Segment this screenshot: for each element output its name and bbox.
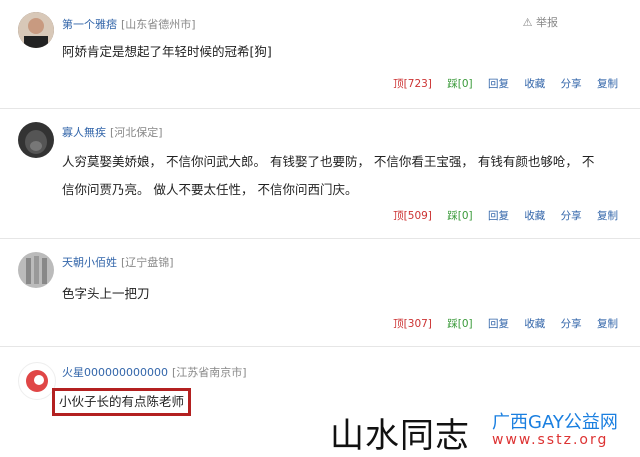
upvote-button[interactable]: 顶[509] — [393, 210, 432, 222]
action-bar: 顶[307] 踩[0] 回复 收藏 分享 复制 — [381, 316, 618, 331]
location: [河北保定] — [110, 126, 163, 139]
username-line: 寡人無疾 [河北保定] — [62, 124, 163, 140]
location: [山东省德州市] — [121, 18, 196, 31]
share-button[interactable]: 分享 — [561, 318, 582, 330]
upvote-button[interactable]: 顶[723] — [393, 78, 432, 90]
action-bar: 顶[723] 踩[0] 回复 收藏 分享 复制 — [381, 76, 618, 91]
warning-icon: ⚠ — [522, 16, 533, 29]
collect-button[interactable]: 收藏 — [524, 78, 545, 90]
copy-button[interactable]: 复制 — [597, 318, 618, 330]
downvote-button[interactable]: 踩[0] — [447, 210, 472, 222]
avatar[interactable] — [18, 12, 54, 48]
share-button[interactable]: 分享 — [561, 78, 582, 90]
gorilla-avatar-icon — [18, 122, 54, 158]
copy-button[interactable]: 复制 — [597, 78, 618, 90]
copy-button[interactable]: 复制 — [597, 210, 618, 222]
report-button[interactable]: ⚠ 举报 — [523, 14, 558, 30]
user-avatar-icon — [18, 12, 54, 48]
comment-3: 天朝小佰姓 [辽宁盘锦] 色字头上一把刀 顶[307] 踩[0] 回复 收藏 分享… — [0, 238, 640, 347]
comment-text: 色字头上一把刀 — [62, 286, 150, 301]
username-line: 火星000000000000 [江苏省南京市] — [62, 364, 247, 380]
collect-button[interactable]: 收藏 — [524, 318, 545, 330]
reply-button[interactable]: 回复 — [488, 318, 509, 330]
statue-avatar-icon — [18, 252, 54, 288]
downvote-button[interactable]: 踩[0] — [447, 78, 472, 90]
downvote-button[interactable]: 踩[0] — [447, 318, 472, 330]
action-bar: 顶[509] 踩[0] 回复 收藏 分享 复制 — [381, 208, 618, 223]
avatar[interactable] — [18, 122, 54, 158]
highlighted-comment-text: 小伙子长的有点陈老师 — [52, 388, 192, 416]
username[interactable]: 第一个雅痞 — [62, 18, 117, 31]
comment-2: 寡人無疾 [河北保定] 人穷莫娶美娇娘， 不信你问武大郎。 有钱娶了也要防， 不信… — [0, 108, 640, 239]
comment-text-line-2: 信你问贾乃亮。 做人不要太任性， 不信你问西门庆。 — [62, 182, 358, 197]
avatar[interactable] — [18, 252, 54, 288]
upvote-button[interactable]: 顶[307] — [393, 318, 432, 330]
username[interactable]: 火星000000000000 — [62, 366, 168, 379]
comment-1: 第一个雅痞 [山东省德州市] ⚠ 举报 阿娇肯定是想起了年轻时候的冠希[狗] 顶[… — [0, 0, 640, 109]
username[interactable]: 天朝小佰姓 — [62, 256, 117, 269]
comment-text-line-1: 人穷莫娶美娇娘， 不信你问武大郎。 有钱娶了也要防， 不信你看王宝强， 有钱有颜… — [62, 154, 595, 169]
report-label: 举报 — [536, 16, 558, 29]
watermark-url: www.sstz.org — [492, 432, 609, 448]
mars-avatar-icon — [26, 370, 48, 392]
avatar[interactable] — [18, 362, 56, 400]
collect-button[interactable]: 收藏 — [524, 210, 545, 222]
watermark-main: 山水同志 — [330, 416, 470, 456]
reply-button[interactable]: 回复 — [488, 78, 509, 90]
comment-text: 阿娇肯定是想起了年轻时候的冠希[狗] — [62, 44, 272, 59]
location: [辽宁盘锦] — [121, 256, 174, 269]
username-line: 第一个雅痞 [山东省德州市] — [62, 16, 196, 32]
username[interactable]: 寡人無疾 — [62, 126, 106, 139]
username-line: 天朝小佰姓 [辽宁盘锦] — [62, 254, 174, 270]
comment-text: 人穷莫娶美娇娘， 不信你问武大郎。 有钱娶了也要防， 不信你看王宝强， 有钱有颜… — [62, 148, 622, 204]
watermark-site: 广西GAY公益网 — [492, 412, 618, 433]
reply-button[interactable]: 回复 — [488, 210, 509, 222]
location: [江苏省南京市] — [171, 366, 247, 379]
share-button[interactable]: 分享 — [561, 210, 582, 222]
